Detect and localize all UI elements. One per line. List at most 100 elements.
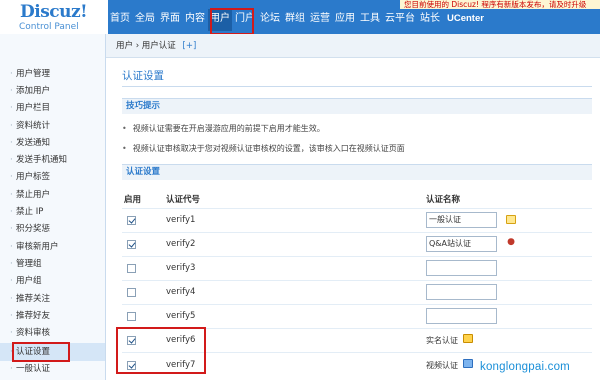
sidebar-item-review-new-users[interactable]: · 审核新用户 xyxy=(0,238,105,256)
verify-name-input[interactable]: Q&A站认证 xyxy=(426,236,497,252)
enable-checkbox-verify5[interactable] xyxy=(127,312,136,321)
breadcrumb: 用户 › 用户认证 [+] xyxy=(106,34,600,58)
sidebar-item-label: 用户栏目 xyxy=(16,103,51,113)
add-tab-button[interactable]: [+] xyxy=(183,41,197,51)
settings-heading: 认证设置 xyxy=(122,164,592,180)
sidebar-item-ban-ip[interactable]: · 禁止 IP xyxy=(0,203,105,221)
nav-content[interactable]: 内容 xyxy=(183,9,207,31)
nav-ucenter[interactable]: UCenter xyxy=(445,9,486,31)
sidebar-item-profile-review[interactable]: · 资料审核 xyxy=(0,324,105,342)
divider xyxy=(122,304,592,305)
highlight-box-sidebar xyxy=(12,342,70,362)
update-notice[interactable]: 您目前使用的 Discuz! 程序有新版本发布，请及时升级 xyxy=(400,0,600,9)
nav-groups[interactable]: 群组 xyxy=(283,9,307,31)
watermark: konglongpai.com xyxy=(480,361,570,373)
column-header-name: 认证名称 xyxy=(426,195,461,205)
card-icon xyxy=(506,215,516,224)
verify-code: verify2 xyxy=(166,239,196,249)
divider xyxy=(122,232,592,233)
sidebar-item-label: 用户管理 xyxy=(16,69,51,79)
nav-webmaster[interactable]: 站长 xyxy=(418,9,442,31)
tip-item: • 视频认证需要在开启漫游应用的前提下启用才能生效。 xyxy=(122,123,325,134)
verify-name-input[interactable] xyxy=(426,308,497,324)
verify-code: verify5 xyxy=(166,311,196,321)
qq-penguin-icon: ● xyxy=(507,237,515,247)
tip-text: 视频认证需要在开启漫游应用的前提下启用才能生效。 xyxy=(132,124,325,133)
sidebar-item-label: 发送手机通知 xyxy=(16,155,68,165)
tips-heading: 技巧提示 xyxy=(122,98,592,114)
sidebar-item-label: 发送通知 xyxy=(16,138,51,148)
sidebar-item-recommend-friends[interactable]: · 推荐好友 xyxy=(0,307,105,325)
top-header: Discuz! Control Panel 首页 全局 界面 内容 用户 门户 … xyxy=(0,0,600,34)
sidebar-item-label: 一般认证 xyxy=(16,364,51,374)
verify-name-label[interactable]: 实名认证 xyxy=(426,335,458,346)
sidebar-item-ban-user[interactable]: · 禁止用户 xyxy=(0,186,105,204)
nav-apps[interactable]: 应用 xyxy=(333,9,357,31)
bullet-icon: • xyxy=(122,144,127,153)
tip-text: 视频认证审核取决于您对视频认证审核权的设置，该审核入口在视频认证页面 xyxy=(132,144,405,153)
sidebar-item-user-management[interactable]: · 用户管理 xyxy=(0,65,105,83)
nav-tools[interactable]: 工具 xyxy=(358,9,382,31)
sidebar-item-recommend-follow[interactable]: · 推荐关注 xyxy=(0,290,105,308)
sidebar-item-label: 用户标签 xyxy=(16,172,51,182)
enable-checkbox-verify4[interactable] xyxy=(127,288,136,297)
logo[interactable]: Discuz! Control Panel xyxy=(0,0,108,34)
verify-name-label[interactable]: 视频认证 xyxy=(426,360,458,371)
verify-code: verify1 xyxy=(166,215,196,225)
sidebar-item-label: 资料统计 xyxy=(16,121,51,131)
nav-interface[interactable]: 界面 xyxy=(158,9,182,31)
sidebar-item-admin-groups[interactable]: · 管理组 xyxy=(0,255,105,273)
sidebar-item-add-user[interactable]: · 添加用户 xyxy=(0,82,105,100)
nav-forum[interactable]: 论坛 xyxy=(258,9,282,31)
sidebar-item-label: 积分奖惩 xyxy=(16,224,51,234)
logo-brand: Discuz! xyxy=(20,2,88,22)
sidebar-item-profile-stats[interactable]: · 资料统计 xyxy=(0,117,105,135)
sidebar-item-credit-rewards[interactable]: · 积分奖惩 xyxy=(0,220,105,238)
enable-checkbox-verify3[interactable] xyxy=(127,264,136,273)
sidebar-item-label: 添加用户 xyxy=(16,86,51,96)
nav-cloud[interactable]: 云平台 xyxy=(383,9,417,31)
sidebar: · 用户管理 · 添加用户 · 用户栏目 · 资料统计 · 发送通知 · 发送手机通知 · 用… xyxy=(0,34,106,380)
breadcrumb-path[interactable]: 用户 › 用户认证 xyxy=(116,41,176,51)
sidebar-item-send-mobile-notice[interactable]: · 发送手机通知 xyxy=(0,151,105,169)
sidebar-item-label: 用户组 xyxy=(16,276,42,286)
tip-item: • 视频认证审核取决于您对视频认证审核权的设置，该审核入口在视频认证页面 xyxy=(122,143,405,154)
sidebar-item-user-columns[interactable]: · 用户栏目 xyxy=(0,99,105,117)
main-panel: 用户 › 用户认证 [+] 认证设置 技巧提示 • 视频认证需要在开启漫游应用的前… xyxy=(106,34,600,380)
verify-name-input[interactable] xyxy=(426,284,497,300)
page-title: 认证设置 xyxy=(122,70,164,82)
sidebar-item-label: 禁止用户 xyxy=(16,190,51,200)
bullet-icon: • xyxy=(122,124,127,133)
divider xyxy=(122,86,592,87)
sidebar-item-user-tags[interactable]: · 用户标签 xyxy=(0,168,105,186)
verify-code: verify3 xyxy=(166,263,196,273)
enable-checkbox-verify2[interactable] xyxy=(127,240,136,249)
nav-operations[interactable]: 运营 xyxy=(308,9,332,31)
nav-home[interactable]: 首页 xyxy=(108,9,132,31)
column-header-code: 认证代号 xyxy=(166,195,201,205)
highlight-box-nav xyxy=(210,8,254,35)
nav-global[interactable]: 全局 xyxy=(133,9,157,31)
realname-badge-icon xyxy=(463,334,473,343)
top-nav: 首页 全局 界面 内容 用户 门户 论坛 群组 运营 应用 工具 云平台 站长 … xyxy=(108,9,487,31)
sidebar-item-general-verify[interactable]: · 一般认证 xyxy=(0,360,105,378)
sidebar-item-send-notice[interactable]: · 发送通知 xyxy=(0,134,105,152)
divider xyxy=(122,280,592,281)
divider xyxy=(122,256,592,257)
sidebar-item-label: 推荐好友 xyxy=(16,311,51,321)
video-badge-icon xyxy=(463,359,473,368)
sidebar-item-label: 推荐关注 xyxy=(16,294,51,304)
verify-name-input[interactable]: 一般认证 xyxy=(426,212,497,228)
logo-subtitle: Control Panel xyxy=(19,22,79,32)
sidebar-item-label: 资料审核 xyxy=(16,328,51,338)
verify-name-input[interactable] xyxy=(426,260,497,276)
divider xyxy=(122,208,592,209)
highlight-box-rows xyxy=(116,327,206,374)
sidebar-item-label: 审核新用户 xyxy=(16,242,59,252)
verify-code: verify4 xyxy=(166,287,196,297)
sidebar-item-label: 管理组 xyxy=(16,259,42,269)
column-header-enabled: 启用 xyxy=(124,195,142,205)
sidebar-item-user-groups[interactable]: · 用户组 xyxy=(0,272,105,290)
enable-checkbox-verify1[interactable] xyxy=(127,216,136,225)
sidebar-item-label: 禁止 IP xyxy=(16,207,44,217)
